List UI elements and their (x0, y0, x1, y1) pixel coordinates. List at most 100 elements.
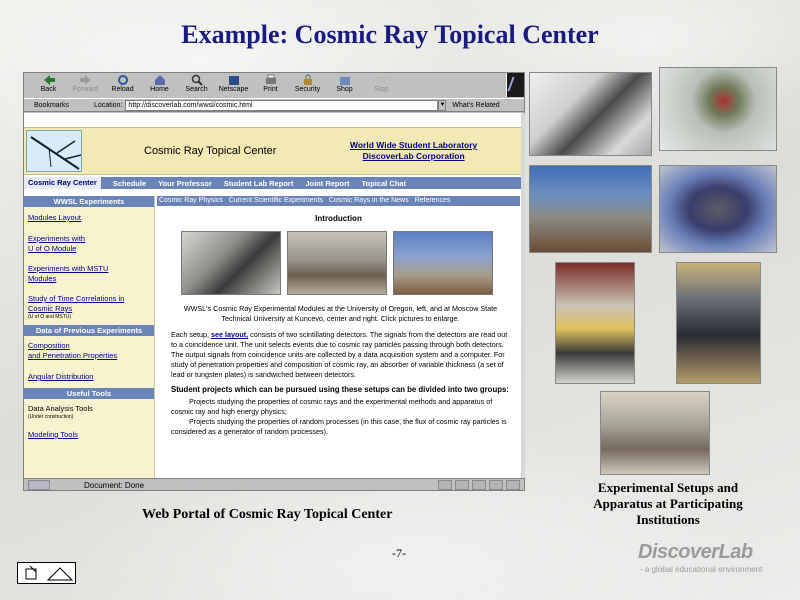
toolbar-security-button[interactable]: Security (289, 73, 326, 97)
brand-tagline: - a global educational environment (640, 565, 763, 574)
site-nav: Cosmic Ray Center Schedule Your Professo… (24, 177, 521, 189)
projects-item-2: Projects studying the properties of rand… (171, 417, 507, 436)
toolbar-button-label: Search (185, 86, 208, 93)
component-icon[interactable] (506, 480, 520, 490)
sidebar-link-composition-line2[interactable]: and Penetration Properties (24, 351, 154, 361)
nav-student-lab-report[interactable]: Student Lab Report (224, 179, 294, 188)
nav-topical-chat[interactable]: Topical Chat (362, 179, 406, 188)
content-tabs: Cosmic Ray Physics Current Scientific Ex… (157, 196, 520, 206)
photo-lab-computers (529, 72, 652, 156)
toolbar-button-label: Security (294, 86, 321, 93)
url-input[interactable]: http://discoverlab.com/wwsl/cosmic.html (125, 99, 439, 111)
tab-current-experiments[interactable]: Current Scientific Experiments (229, 197, 323, 204)
nav-cosmic-ray-center[interactable]: Cosmic Ray Center (24, 177, 101, 189)
nav-schedule[interactable]: Schedule (113, 179, 146, 188)
cosmic-ray-logo (26, 130, 82, 172)
slide-title: Example: Cosmic Ray Topical Center (181, 20, 599, 49)
toolbar-shop-button[interactable]: Shop (326, 73, 363, 97)
sidebar-heading-previous: Data of Previous Experiments (24, 325, 154, 336)
toolbar-netscape-button[interactable]: Netscape (215, 73, 252, 97)
sidebar-link-uo-line1[interactable]: Experiments with (24, 234, 154, 244)
reload-icon (117, 75, 128, 85)
toolbar-button-label: Home (150, 86, 169, 93)
photo-detector-setup-blue (529, 165, 652, 253)
projects-item-1: Projects studying the properties of cosm… (171, 397, 493, 416)
site-title: Cosmic Ray Topical Center (144, 145, 277, 157)
forward-arrow-icon (79, 75, 91, 85)
netscape-logo-icon (506, 73, 524, 97)
wwsl-link[interactable]: World Wide Student Laboratory (350, 140, 477, 151)
sidebar-link-time-corr-line1[interactable]: Study of Time Correlations in (24, 294, 154, 304)
sidebar-link-modules-layout[interactable]: Modules Layout (24, 213, 154, 223)
nav-joint-report[interactable]: Joint Report (305, 179, 349, 188)
intro-paragraph: WWSL's Cosmic Ray Experimental Modules a… (183, 304, 498, 323)
toolbar-home-button[interactable]: Home (141, 73, 178, 97)
status-bar: Document: Done (24, 478, 524, 491)
photo-electronics-rack (600, 391, 710, 475)
thumb-uo-setup[interactable] (181, 231, 281, 295)
sidebar-data-analysis-tools: Data Analysis Tools (28, 404, 93, 413)
caption-left: Web Portal of Cosmic Ray Topical Center (142, 507, 393, 522)
sidebar-note-under-construction: (Under construction) (28, 414, 74, 420)
status-text: Document: Done (84, 480, 145, 490)
setup-text-pre: Each setup, (171, 330, 209, 339)
sidebar-link-mstu-line2[interactable]: Modules (24, 274, 154, 284)
toolbar-stop-button[interactable]: Stop (363, 73, 400, 97)
discoverlab-link[interactable]: DiscoverLab Corporation (350, 151, 477, 162)
setup-paragraph: Each setup, see layout, consists of two … (157, 330, 520, 380)
search-icon (191, 74, 203, 86)
sidebar-note-time-corr: (U of O and MSTU) (28, 314, 72, 320)
bookmarks-button[interactable]: Bookmarks (34, 102, 90, 109)
lock-icon (303, 74, 312, 85)
tab-cosmic-ray-physics[interactable]: Cosmic Ray Physics (159, 197, 223, 204)
home-icon (154, 75, 165, 85)
vertical-scrollbar[interactable] (521, 113, 525, 478)
print-icon (265, 74, 276, 84)
nav-your-professor[interactable]: Your Professor (158, 179, 212, 188)
page-number: -7- (392, 546, 406, 560)
security-status-icon[interactable] (28, 480, 50, 490)
toolbar-search-button[interactable]: Search (178, 73, 215, 97)
location-label: Location: (94, 101, 123, 109)
toolbar-print-button[interactable]: Print (252, 73, 289, 97)
see-layout-link[interactable]: see layout, (211, 330, 248, 339)
web-page: Cosmic Ray Topical Center World Wide Stu… (24, 113, 521, 478)
sidebar-heading-tools: Useful Tools (24, 388, 154, 399)
tab-cosmic-rays-news[interactable]: Cosmic Rays in the News (329, 197, 409, 204)
caption-right: Experimental Setups and Apparatus at Par… (593, 480, 743, 527)
main-content: Cosmic Ray Physics Current Scientific Ex… (157, 196, 520, 478)
toolbar-button-label: Shop (336, 86, 353, 93)
slide-navigation-control[interactable] (17, 562, 76, 584)
toolbar-button-label: Print (263, 86, 278, 93)
toolbar-button-label: Stop (374, 86, 389, 93)
toolbar-reload-button[interactable]: Reload (104, 73, 141, 97)
sidebar-link-uo-line2[interactable]: U of O Module (24, 244, 154, 254)
toolbar-button-label: Back (40, 86, 57, 93)
shop-icon (339, 77, 350, 85)
sidebar-link-angular[interactable]: Angular Distribution (24, 372, 154, 382)
photo-lab-station (555, 262, 635, 384)
sidebar-link-composition-line1[interactable]: Composition (24, 341, 154, 351)
tab-references[interactable]: References (415, 197, 451, 204)
toolbar-button-label: Forward (72, 86, 99, 93)
component-icon[interactable] (455, 480, 469, 490)
url-dropdown-button[interactable]: ▼ (438, 99, 447, 111)
sidebar-link-modeling-tools[interactable]: Modeling Tools (24, 430, 154, 440)
component-icon[interactable] (489, 480, 503, 490)
sidebar-heading-experiments: WWSL Experiments (24, 196, 154, 207)
banner-links: World Wide Student Laboratory DiscoverLa… (350, 140, 477, 162)
photo-observatory-aerial (659, 67, 777, 151)
toolbar-forward-button[interactable]: Forward (67, 73, 104, 97)
component-icon[interactable] (438, 480, 452, 490)
toolbar-back-button[interactable]: Back (30, 73, 67, 97)
thumb-mstu-setup-2[interactable] (393, 231, 493, 295)
whats-related-button[interactable]: What's Related (452, 102, 499, 109)
component-icon[interactable] (472, 480, 486, 490)
sidebar-link-mstu-line1[interactable]: Experiments with MSTU (24, 264, 154, 274)
photo-detector-stack (676, 262, 761, 384)
stop-icon (377, 76, 386, 84)
toolbar-button-label: Reload (111, 86, 134, 93)
back-arrow-icon (43, 75, 55, 85)
sidebar-link-time-corr-line2[interactable]: Cosmic Rays (24, 304, 154, 314)
thumb-mstu-setup-1[interactable] (287, 231, 387, 295)
